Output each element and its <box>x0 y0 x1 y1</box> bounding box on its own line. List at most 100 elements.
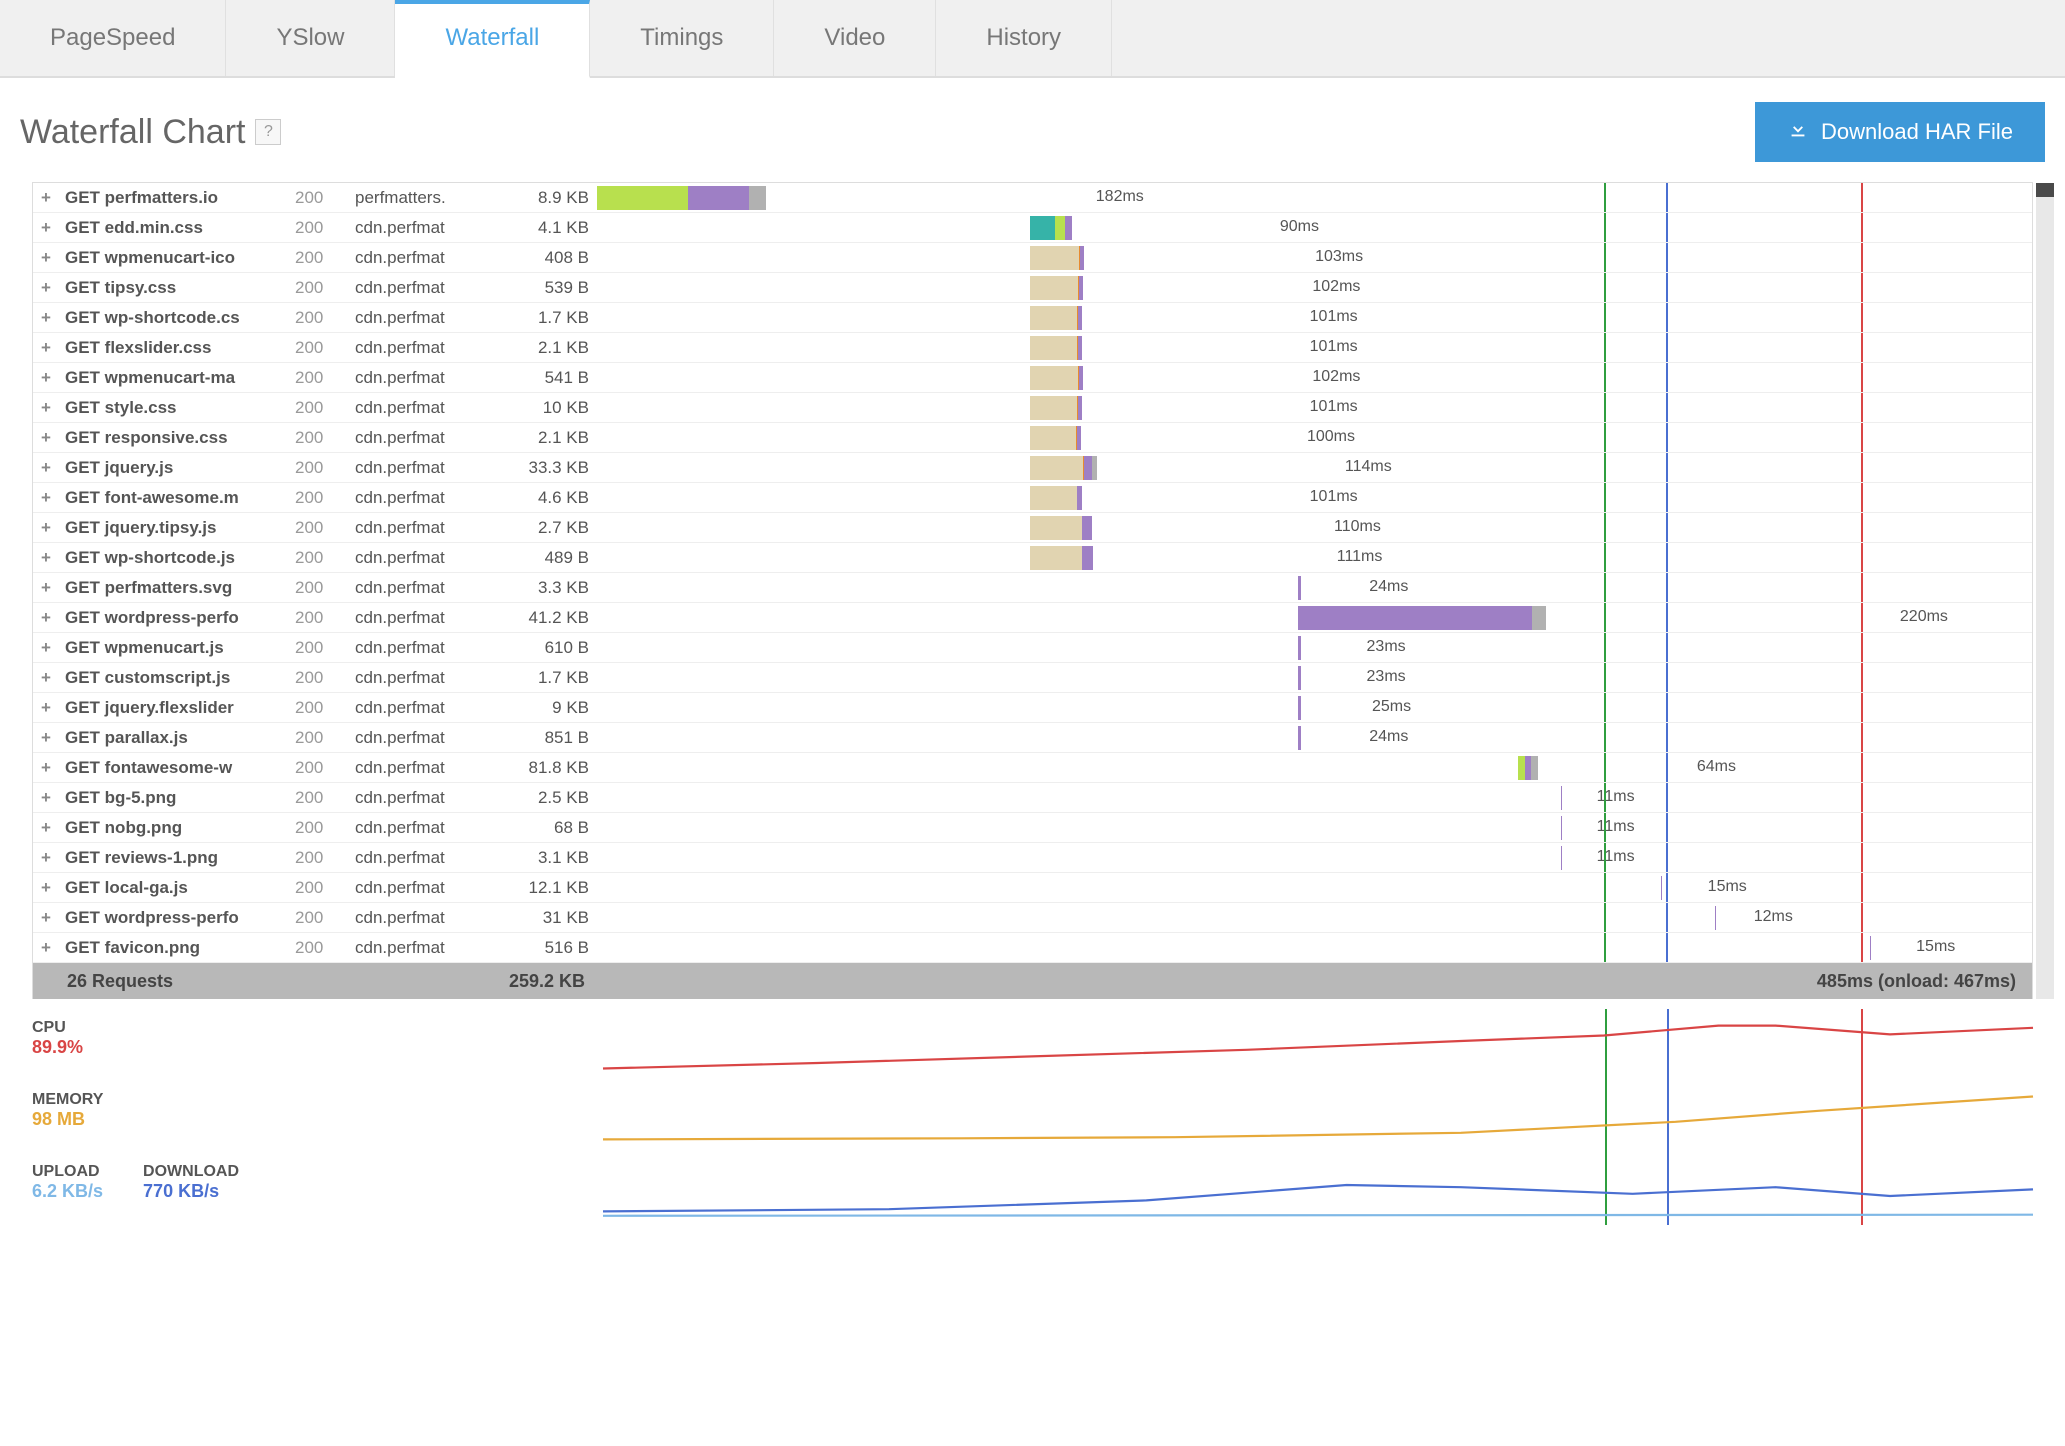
expand-icon[interactable]: + <box>33 903 57 932</box>
expand-icon[interactable]: + <box>33 873 57 902</box>
request-host: cdn.perfmat <box>347 543 497 572</box>
duration-label: 182ms <box>1096 188 1144 206</box>
request-status: 200 <box>287 273 347 302</box>
request-row[interactable]: + GET style.css 200 cdn.perfmat 10 KB 10… <box>33 393 2032 423</box>
request-row[interactable]: + GET parallax.js 200 cdn.perfmat 851 B … <box>33 723 2032 753</box>
request-status: 200 <box>287 633 347 662</box>
expand-icon[interactable]: + <box>33 573 57 602</box>
request-row[interactable]: + GET perfmatters.io 200 perfmatters. 8.… <box>33 183 2032 213</box>
request-row[interactable]: + GET nobg.png 200 cdn.perfmat 68 B 11ms <box>33 813 2032 843</box>
tab-video[interactable]: Video <box>774 0 936 76</box>
duration-label: 12ms <box>1754 908 1793 926</box>
request-row[interactable]: + GET wpmenucart-ico 200 cdn.perfmat 408… <box>33 243 2032 273</box>
download-har-button[interactable]: Download HAR File <box>1755 102 2045 162</box>
request-bar: 23ms <box>597 663 2032 692</box>
expand-icon[interactable]: + <box>33 723 57 752</box>
request-row[interactable]: + GET wordpress-perfo 200 cdn.perfmat 41… <box>33 603 2032 633</box>
request-row[interactable]: + GET perfmatters.svg 200 cdn.perfmat 3.… <box>33 573 2032 603</box>
request-row[interactable]: + GET wp-shortcode.js 200 cdn.perfmat 48… <box>33 543 2032 573</box>
expand-icon[interactable]: + <box>33 513 57 542</box>
request-row[interactable]: + GET jquery.flexslider 200 cdn.perfmat … <box>33 693 2032 723</box>
request-name: GET bg-5.png <box>57 783 287 812</box>
request-size: 489 B <box>497 543 597 572</box>
download-label: DOWNLOAD <box>143 1163 239 1181</box>
help-icon[interactable]: ? <box>255 119 281 145</box>
request-row[interactable]: + GET wordpress-perfo 200 cdn.perfmat 31… <box>33 903 2032 933</box>
expand-icon[interactable]: + <box>33 483 57 512</box>
vertical-scrollbar[interactable] <box>2036 183 2054 999</box>
request-row[interactable]: + GET flexslider.css 200 cdn.perfmat 2.1… <box>33 333 2032 363</box>
request-status: 200 <box>287 573 347 602</box>
expand-icon[interactable]: + <box>33 843 57 872</box>
request-row[interactable]: + GET font-awesome.m 200 cdn.perfmat 4.6… <box>33 483 2032 513</box>
expand-icon[interactable]: + <box>33 243 57 272</box>
request-name: GET customscript.js <box>57 663 287 692</box>
metrics-panel: CPU 89.9% MEMORY 98 MB UPLOAD 6.2 KB/s D… <box>32 1009 2033 1225</box>
request-status: 200 <box>287 243 347 272</box>
duration-label: 11ms <box>1597 818 1635 836</box>
request-host: cdn.perfmat <box>347 213 497 242</box>
request-row[interactable]: + GET wpmenucart-ma 200 cdn.perfmat 541 … <box>33 363 2032 393</box>
request-size: 610 B <box>497 633 597 662</box>
request-row[interactable]: + GET customscript.js 200 cdn.perfmat 1.… <box>33 663 2032 693</box>
request-row[interactable]: + GET jquery.js 200 cdn.perfmat 33.3 KB … <box>33 453 2032 483</box>
request-status: 200 <box>287 183 347 212</box>
tab-waterfall[interactable]: Waterfall <box>395 0 590 78</box>
request-row[interactable]: + GET bg-5.png 200 cdn.perfmat 2.5 KB 11… <box>33 783 2032 813</box>
request-row[interactable]: + GET tipsy.css 200 cdn.perfmat 539 B 10… <box>33 273 2032 303</box>
duration-label: 101ms <box>1310 308 1358 326</box>
duration-label: 64ms <box>1697 758 1736 776</box>
expand-icon[interactable]: + <box>33 783 57 812</box>
expand-icon[interactable]: + <box>33 303 57 332</box>
request-row[interactable]: + GET favicon.png 200 cdn.perfmat 516 B … <box>33 933 2032 963</box>
request-name: GET responsive.css <box>57 423 287 452</box>
expand-icon[interactable]: + <box>33 693 57 722</box>
expand-icon[interactable]: + <box>33 393 57 422</box>
request-host: cdn.perfmat <box>347 423 497 452</box>
memory-metric: MEMORY 98 MB <box>32 1081 2033 1153</box>
network-metric: UPLOAD 6.2 KB/s DOWNLOAD 770 KB/s <box>32 1153 2033 1225</box>
network-sparkline <box>603 1163 2033 1218</box>
request-row[interactable]: + GET fontawesome-w 200 cdn.perfmat 81.8… <box>33 753 2032 783</box>
summary-size: 259.2 KB <box>509 971 585 992</box>
request-row[interactable]: + GET local-ga.js 200 cdn.perfmat 12.1 K… <box>33 873 2032 903</box>
request-bar: 182ms <box>597 183 2032 212</box>
expand-icon[interactable]: + <box>33 423 57 452</box>
request-bar: 100ms <box>597 423 2032 452</box>
expand-icon[interactable]: + <box>33 363 57 392</box>
expand-icon[interactable]: + <box>33 453 57 482</box>
page-header: Waterfall Chart ? Download HAR File <box>0 78 2065 182</box>
request-size: 3.1 KB <box>497 843 597 872</box>
request-host: cdn.perfmat <box>347 843 497 872</box>
expand-icon[interactable]: + <box>33 183 57 212</box>
tab-yslow[interactable]: YSlow <box>226 0 395 76</box>
expand-icon[interactable]: + <box>33 603 57 632</box>
tab-timings[interactable]: Timings <box>590 0 774 76</box>
request-status: 200 <box>287 453 347 482</box>
request-name: GET wp-shortcode.cs <box>57 303 287 332</box>
expand-icon[interactable]: + <box>33 273 57 302</box>
request-size: 1.7 KB <box>497 663 597 692</box>
tab-pagespeed[interactable]: PageSpeed <box>0 0 226 76</box>
duration-label: 103ms <box>1315 248 1363 266</box>
expand-icon[interactable]: + <box>33 213 57 242</box>
request-bar: 102ms <box>597 273 2032 302</box>
request-row[interactable]: + GET wp-shortcode.cs 200 cdn.perfmat 1.… <box>33 303 2032 333</box>
expand-icon[interactable]: + <box>33 633 57 662</box>
request-size: 1.7 KB <box>497 303 597 332</box>
expand-icon[interactable]: + <box>33 933 57 962</box>
tab-history[interactable]: History <box>936 0 1112 76</box>
request-status: 200 <box>287 843 347 872</box>
expand-icon[interactable]: + <box>33 813 57 842</box>
request-row[interactable]: + GET wpmenucart.js 200 cdn.perfmat 610 … <box>33 633 2032 663</box>
request-bar: 24ms <box>597 723 2032 752</box>
expand-icon[interactable]: + <box>33 753 57 782</box>
request-size: 8.9 KB <box>497 183 597 212</box>
request-row[interactable]: + GET jquery.tipsy.js 200 cdn.perfmat 2.… <box>33 513 2032 543</box>
expand-icon[interactable]: + <box>33 333 57 362</box>
expand-icon[interactable]: + <box>33 543 57 572</box>
request-row[interactable]: + GET responsive.css 200 cdn.perfmat 2.1… <box>33 423 2032 453</box>
request-row[interactable]: + GET reviews-1.png 200 cdn.perfmat 3.1 … <box>33 843 2032 873</box>
request-row[interactable]: + GET edd.min.css 200 cdn.perfmat 4.1 KB… <box>33 213 2032 243</box>
expand-icon[interactable]: + <box>33 663 57 692</box>
